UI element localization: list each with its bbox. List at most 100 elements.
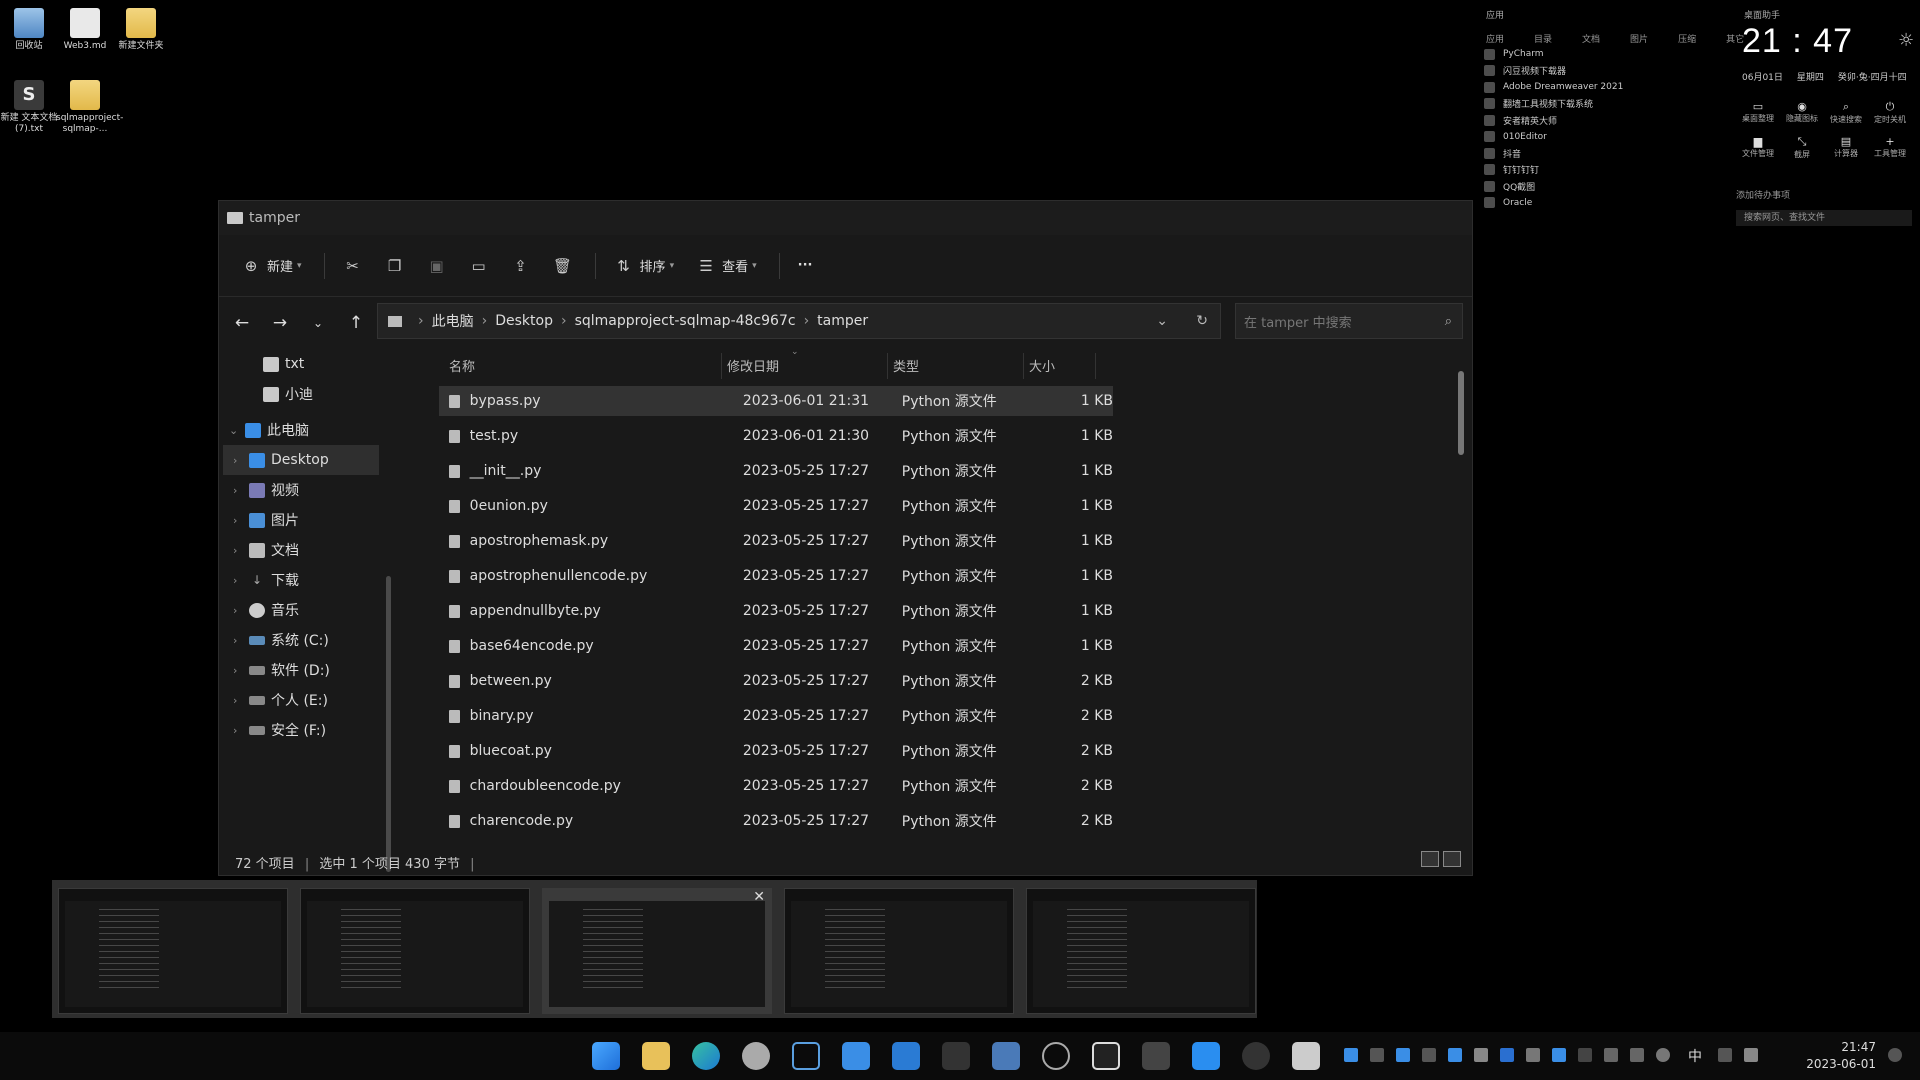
widget-app-item[interactable]: Adobe Dreamweaver 2021 — [1484, 79, 1724, 96]
display-icon[interactable] — [1552, 1048, 1566, 1062]
vscode-icon[interactable] — [1192, 1042, 1220, 1070]
more-button[interactable]: ··· — [798, 258, 813, 273]
quick-action-button[interactable]: ▆ 文件管理 — [1736, 135, 1780, 160]
file-row[interactable]: base64encode.py 2023-05-25 17:27 Python 源文… — [439, 631, 1113, 661]
refresh-icon[interactable]: ↻ — [1196, 313, 1208, 329]
pycharm-icon[interactable] — [1092, 1042, 1120, 1070]
delete-button[interactable]: 🗑 — [553, 256, 573, 276]
notepad-icon[interactable] — [1292, 1042, 1320, 1070]
column-header-date[interactable]: 修改日期 — [727, 349, 891, 381]
column-divider[interactable] — [721, 353, 722, 379]
brightness-icon[interactable]: ☼ — [1898, 30, 1914, 51]
column-divider[interactable] — [887, 353, 888, 379]
widget-app-item[interactable]: 安者精英大师 — [1484, 112, 1724, 129]
photos-icon[interactable] — [892, 1042, 920, 1070]
widget-tab[interactable]: 应用 — [1486, 32, 1504, 45]
sidebar-item-drive-f[interactable]: › 安全 (F:) — [233, 715, 326, 745]
file-row[interactable]: between.py 2023-05-25 17:27 Python 源文件 2 KB — [439, 666, 1113, 696]
search-input[interactable]: 在 tamper 中搜索 ⌕ — [1235, 303, 1463, 339]
sidebar-item-videos[interactable]: › 视频 — [233, 475, 299, 505]
file-row[interactable]: charencode.py 2023-05-25 17:27 Python 源文件 2… — [439, 806, 1113, 836]
widget-tab[interactable]: 图片 — [1630, 32, 1648, 45]
file-row[interactable]: appendnullbyte.py 2023-05-25 17:27 Python … — [439, 596, 1113, 626]
app-icon[interactable] — [1242, 1042, 1270, 1070]
sidebar-item-txt[interactable]: txt — [263, 349, 304, 379]
sidebar-item-music[interactable]: › 音乐 — [233, 595, 299, 625]
file-row[interactable]: chardoubleencode.py 2023-05-25 17:27 Pytho… — [439, 771, 1113, 801]
widget-app-item[interactable]: Oracle — [1484, 195, 1724, 212]
chevron-down-icon[interactable]: ⌄ — [1156, 313, 1168, 329]
file-row[interactable]: bypass.py 2023-06-01 21:31 Python 源文件 1 KB — [439, 386, 1113, 416]
quick-action-button[interactable]: ▭ 桌面整理 — [1736, 100, 1780, 125]
breadcrumb-item[interactable]: Desktop — [495, 313, 553, 329]
microphone-icon[interactable] — [1656, 1048, 1670, 1062]
rename-button[interactable]: ▭ — [469, 256, 489, 276]
widget-tab[interactable]: 压缩 — [1678, 32, 1696, 45]
address-bar[interactable]: › 此电脑 › Desktop › sqlmapproject-sqlmap-4… — [377, 303, 1221, 339]
file-row[interactable]: apostrophenullencode.py 2023-05-25 17:27 P… — [439, 561, 1113, 591]
window-thumbnail-active[interactable]: ✕ — [542, 888, 772, 1014]
recent-chevron-icon[interactable]: ⌄ — [299, 316, 337, 330]
copy-button[interactable]: ❐ — [385, 256, 405, 276]
view-button[interactable]: ☰ 查看 ▾ — [696, 256, 756, 276]
up-arrow-icon[interactable]: ↑ — [337, 313, 375, 333]
column-divider[interactable] — [1023, 353, 1024, 379]
widget-app-item[interactable]: PyCharm — [1484, 46, 1724, 63]
desktop-icon-new-folder[interactable]: 新建文件夹 — [112, 8, 170, 52]
breadcrumb-item[interactable]: sqlmapproject-sqlmap-48c967c — [575, 313, 796, 329]
tray-icon[interactable] — [1500, 1048, 1514, 1062]
quick-action-button[interactable]: ◉ 隐藏图标 — [1780, 100, 1824, 125]
back-arrow-icon[interactable]: ← — [223, 313, 261, 333]
window-thumbnail[interactable] — [784, 888, 1014, 1014]
new-button[interactable]: ⊕ 新建 ▾ — [241, 256, 302, 276]
quick-action-button[interactable]: ⏻ 定时关机 — [1868, 100, 1912, 125]
window-thumbnail[interactable] — [58, 888, 288, 1014]
column-header-size[interactable]: 大小 — [1029, 349, 1099, 381]
large-icons-view-icon[interactable] — [1443, 851, 1461, 867]
sublime-icon[interactable] — [1142, 1042, 1170, 1070]
sidebar-item-drive-c[interactable]: › 系统 (C:) — [233, 625, 329, 655]
widget-app-item[interactable]: 闪豆视频下载器 — [1484, 63, 1724, 80]
volume-icon[interactable] — [1744, 1048, 1758, 1062]
sidebar-scrollbar[interactable] — [386, 576, 391, 872]
file-row[interactable]: bluecoat.py 2023-05-25 17:27 Python 源文件 2 K… — [439, 736, 1113, 766]
sidebar-item-drive-d[interactable]: › 软件 (D:) — [233, 655, 330, 685]
chrome-icon[interactable] — [742, 1042, 770, 1070]
app-icon[interactable] — [992, 1042, 1020, 1070]
browser-icon[interactable] — [1042, 1042, 1070, 1070]
tray-icon[interactable] — [1422, 1048, 1436, 1062]
breadcrumb-item[interactable]: tamper — [817, 313, 868, 329]
store-icon[interactable] — [842, 1042, 870, 1070]
widget-app-item[interactable]: 010Editor — [1484, 129, 1724, 146]
close-icon[interactable]: ✕ — [753, 889, 765, 905]
copy-icon[interactable] — [1604, 1048, 1618, 1062]
network-icon[interactable] — [1718, 1048, 1732, 1062]
tray-icon[interactable] — [1526, 1048, 1540, 1062]
widget-app-item[interactable]: 钉钉钉钉 — [1484, 162, 1724, 179]
widget-tab[interactable]: 文档 — [1582, 32, 1600, 45]
tray-icon[interactable] — [1370, 1048, 1384, 1062]
file-row[interactable]: 0eunion.py 2023-05-25 17:27 Python 源文件 1 KB — [439, 491, 1113, 521]
edge-icon[interactable] — [692, 1042, 720, 1070]
cut-button[interactable]: ✂ — [343, 256, 363, 276]
file-row[interactable]: apostrophemask.py 2023-05-25 17:27 Python … — [439, 526, 1113, 556]
notification-icon[interactable] — [1888, 1048, 1902, 1062]
quick-action-button[interactable]: ⌕ 快速搜索 — [1824, 100, 1868, 125]
file-explorer-icon[interactable] — [642, 1042, 670, 1070]
start-icon[interactable] — [592, 1042, 620, 1070]
window-thumbnail[interactable] — [300, 888, 530, 1014]
window-titlebar[interactable]: tamper — [219, 201, 1472, 235]
quick-action-button[interactable]: ⤡ 截屏 — [1780, 135, 1824, 160]
details-view-icon[interactable] — [1421, 851, 1439, 867]
column-header-name[interactable]: 名称 — [439, 349, 721, 381]
terminal-icon[interactable] — [942, 1042, 970, 1070]
sidebar-item-xiaodi[interactable]: 小迪 — [263, 379, 313, 409]
breadcrumb-item[interactable]: 此电脑 — [432, 311, 474, 331]
ime-indicator[interactable]: 中 — [1688, 1046, 1702, 1066]
shield-icon[interactable] — [1396, 1048, 1410, 1062]
sidebar-item-downloads[interactable]: › ↓ 下载 — [233, 565, 299, 595]
tray-icon[interactable] — [1448, 1048, 1462, 1062]
widget-app-item[interactable]: 抖音 — [1484, 145, 1724, 162]
tray-icon[interactable] — [1578, 1048, 1592, 1062]
usb-icon[interactable] — [1630, 1048, 1644, 1062]
